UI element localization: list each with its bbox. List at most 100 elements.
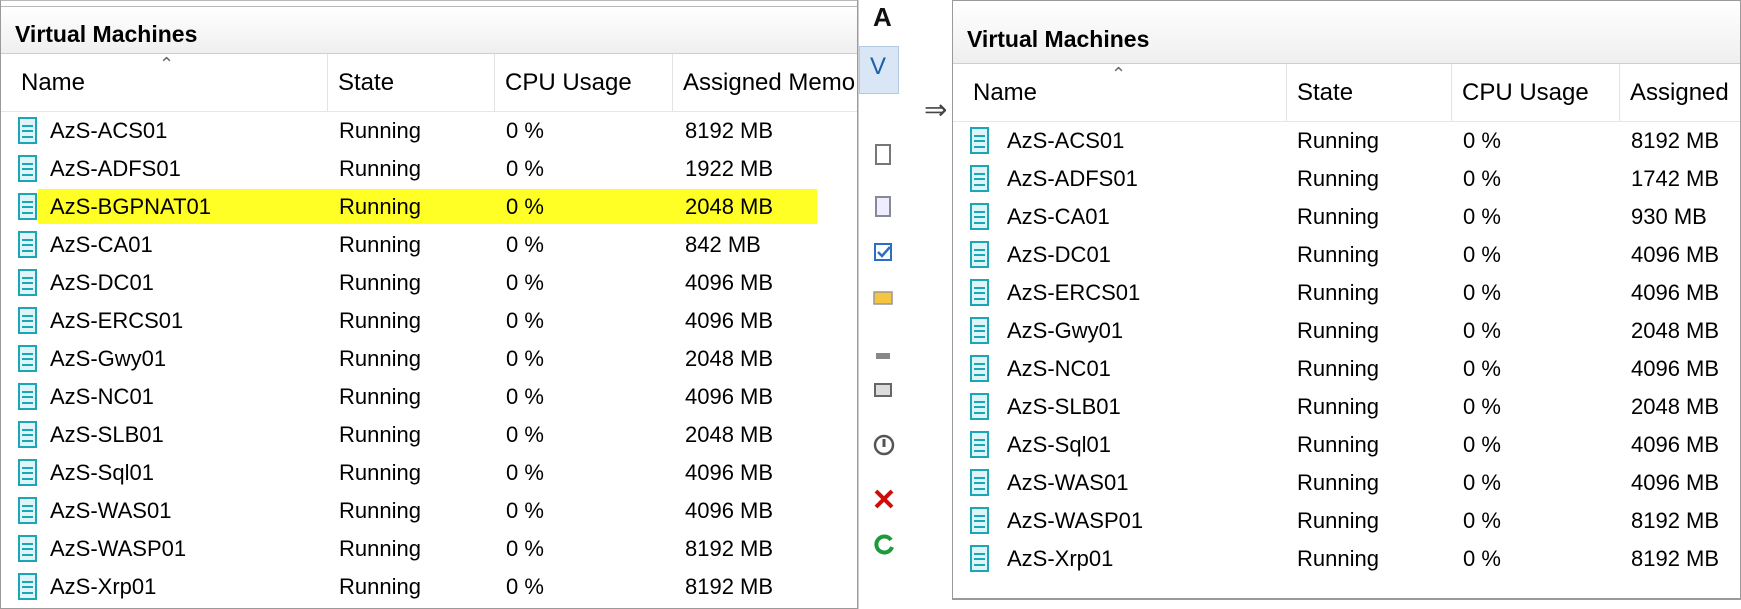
virtual-machine-icon	[970, 165, 989, 192]
cell-name: AzS-DC01	[50, 270, 154, 295]
column-header-memory[interactable]: Assigned	[1620, 64, 1740, 121]
table-row[interactable]: AzS-ACS01 Running 0 % 8192 MB	[1, 112, 857, 150]
virtual-machine-icon	[18, 421, 37, 448]
cell-memory: 930 MB	[1631, 204, 1707, 229]
cell-state: Running	[339, 118, 421, 143]
table-row[interactable]: AzS-WAS01 Running 0 % 4096 MB	[1, 492, 857, 530]
table-row[interactable]: AzS-SLB01 Running 0 % 2048 MB	[1, 416, 857, 454]
cell-state: Running	[339, 270, 421, 295]
table-row[interactable]: AzS-Gwy01 Running 0 % 2048 MB	[953, 312, 1740, 350]
column-header-name[interactable]: Name ⌃	[953, 64, 1287, 121]
column-header-cpu[interactable]: CPU Usage	[495, 54, 673, 111]
cell-memory: 8192 MB	[1631, 128, 1720, 153]
table-row[interactable]: AzS-Sql01 Running 0 % 4096 MB	[953, 426, 1740, 464]
table-row[interactable]: AzS-ERCS01 Running 0 % 4096 MB	[1, 302, 857, 340]
cell-memory: 4096 MB	[685, 460, 774, 485]
cell-cpu: 0 %	[506, 308, 544, 333]
table-row[interactable]: AzS-DC01 Running 0 % 4096 MB	[953, 236, 1740, 274]
cell-name: AzS-Gwy01	[50, 346, 167, 371]
table-row[interactable]: AzS-Sql01 Running 0 % 4096 MB	[1, 454, 857, 492]
table-row[interactable]: AzS-NC01 Running 0 % 4096 MB	[1, 378, 857, 416]
cell-name: AzS-NC01	[1007, 356, 1111, 381]
cell-name: AzS-ACS01	[50, 118, 168, 143]
left-vm-pane: Virtual Machines Name ⌃ State CPU Usage …	[0, 0, 858, 609]
cell-name: AzS-Xrp01	[1007, 546, 1114, 571]
cell-cpu: 0 %	[506, 156, 544, 181]
virtual-machine-icon	[18, 117, 37, 144]
cell-name: AzS-BGPNAT01	[50, 194, 211, 219]
cell-memory: 2048 MB	[685, 346, 774, 371]
document-icon[interactable]	[871, 142, 897, 168]
cell-cpu: 0 %	[506, 270, 544, 295]
cell-state: Running	[1297, 546, 1379, 571]
page-icon[interactable]	[871, 194, 897, 220]
cell-cpu: 0 %	[1463, 318, 1501, 343]
cell-cpu: 0 %	[1463, 394, 1501, 419]
table-row[interactable]: AzS-CA01 Running 0 % 930 MB	[953, 198, 1740, 236]
virtual-machine-icon	[970, 469, 989, 496]
cell-cpu: 0 %	[506, 118, 544, 143]
cell-cpu: 0 %	[1463, 508, 1501, 533]
refresh-icon[interactable]	[871, 532, 897, 558]
delete-icon[interactable]	[871, 486, 897, 512]
cell-memory: 8192 MB	[685, 574, 774, 599]
table-row[interactable]: AzS-ACS01 Running 0 % 8192 MB	[953, 122, 1740, 160]
background-window-tab[interactable]: V	[859, 46, 899, 94]
column-header-name-label: Name	[973, 78, 1038, 106]
cell-memory: 842 MB	[685, 232, 761, 257]
cell-cpu: 0 %	[506, 498, 544, 523]
background-window-title: A	[873, 2, 892, 32]
power-icon[interactable]	[871, 432, 897, 458]
cell-memory: 8192 MB	[685, 536, 774, 561]
printer-icon[interactable]	[871, 376, 897, 402]
table-row[interactable]: AzS-WAS01 Running 0 % 4096 MB	[953, 464, 1740, 502]
table-row[interactable]: AzS-NC01 Running 0 % 4096 MB	[953, 350, 1740, 388]
cell-memory: 4096 MB	[1631, 432, 1720, 457]
virtual-machine-icon	[18, 535, 37, 562]
cell-memory: 2048 MB	[685, 194, 774, 219]
virtual-machine-icon	[970, 203, 989, 230]
table-row[interactable]: AzS-ADFS01 Running 0 % 1922 MB	[1, 150, 857, 188]
table-row[interactable]: AzS-WASP01 Running 0 % 8192 MB	[953, 502, 1740, 540]
column-header-cpu[interactable]: CPU Usage	[1452, 64, 1620, 121]
sort-ascending-icon: ⌃	[159, 54, 175, 74]
virtual-machine-icon	[970, 393, 989, 420]
cell-name: AzS-DC01	[1007, 242, 1111, 267]
cell-state: Running	[339, 384, 421, 409]
column-header-memory[interactable]: Assigned Memo	[673, 54, 857, 111]
virtual-machine-icon	[970, 545, 989, 572]
cell-name: AzS-Gwy01	[1007, 318, 1124, 343]
cell-state: Running	[1297, 432, 1379, 457]
table-row[interactable]: AzS-Gwy01 Running 0 % 2048 MB	[1, 340, 857, 378]
cell-memory: 4096 MB	[1631, 242, 1720, 267]
cell-state: Running	[339, 346, 421, 371]
table-row[interactable]: AzS-BGPNAT01 Running 0 % 2048 MB	[1, 188, 857, 226]
cell-cpu: 0 %	[1463, 204, 1501, 229]
table-row[interactable]: AzS-CA01 Running 0 % 842 MB	[1, 226, 857, 264]
checkbox-icon[interactable]	[871, 240, 897, 266]
cell-memory: 4096 MB	[1631, 470, 1720, 495]
table-row[interactable]: AzS-WASP01 Running 0 % 8192 MB	[1, 530, 857, 568]
cell-state: Running	[1297, 128, 1379, 153]
cell-name: AzS-ERCS01	[50, 308, 184, 333]
table-row[interactable]: AzS-DC01 Running 0 % 4096 MB	[1, 264, 857, 302]
cell-memory: 1922 MB	[685, 156, 774, 181]
cell-memory: 4096 MB	[1631, 356, 1720, 381]
table-row[interactable]: AzS-SLB01 Running 0 % 2048 MB	[953, 388, 1740, 426]
cell-memory: 4096 MB	[685, 498, 774, 523]
column-header-state[interactable]: State	[1287, 64, 1452, 121]
table-row[interactable]: AzS-ADFS01 Running 0 % 1742 MB	[953, 160, 1740, 198]
edit-icon[interactable]	[871, 342, 897, 368]
table-row[interactable]: AzS-ERCS01 Running 0 % 4096 MB	[953, 274, 1740, 312]
table-row[interactable]: AzS-Xrp01 Running 0 % 8192 MB	[953, 540, 1740, 578]
folder-icon[interactable]	[871, 283, 897, 309]
virtual-machine-icon	[970, 355, 989, 382]
cell-memory: 1742 MB	[1631, 166, 1720, 191]
cell-name: AzS-ADFS01	[1007, 166, 1138, 191]
table-row[interactable]: AzS-Xrp01 Running 0 % 8192 MB	[1, 568, 857, 606]
cell-name: AzS-WASP01	[50, 536, 187, 561]
column-header-state[interactable]: State	[328, 54, 495, 111]
cell-cpu: 0 %	[1463, 242, 1501, 267]
column-header-name[interactable]: Name ⌃	[1, 54, 328, 111]
left-column-header-row: Name ⌃ State CPU Usage Assigned Memo	[1, 54, 857, 112]
